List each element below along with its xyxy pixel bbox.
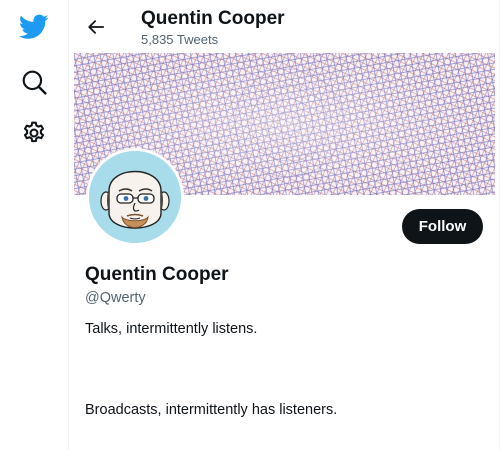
profile-column: Quentin Cooper 5,835 Tweets Follow Quent… (69, 0, 500, 450)
settings-button[interactable] (13, 112, 55, 154)
gear-icon (23, 121, 45, 143)
tweet-count: 5,835 Tweets (141, 32, 219, 47)
header-profile-name: Quentin Cooper (141, 8, 285, 29)
follow-button[interactable]: Follow (402, 209, 483, 244)
profile-header-bar: Quentin Cooper 5,835 Tweets (69, 0, 500, 52)
avatar-image (89, 151, 181, 243)
cartoon-face-avatar (89, 151, 181, 243)
back-button[interactable] (79, 10, 113, 44)
home-logo-button[interactable] (13, 6, 55, 48)
twitter-profile-page: Quentin Cooper 5,835 Tweets Follow Quent… (0, 0, 500, 450)
arrow-left-icon (88, 20, 105, 34)
explore-button[interactable] (13, 61, 55, 103)
profile-display-name: Quentin Cooper (85, 264, 229, 285)
bio-line-1: Talks, intermittently listens. (85, 321, 258, 337)
profile-handle: @Qwerty (85, 290, 146, 306)
sidebar-nav (0, 0, 69, 450)
profile-avatar[interactable] (86, 148, 184, 246)
bio-line-2: Broadcasts, intermittently has listeners… (85, 402, 338, 418)
search-icon (22, 70, 47, 95)
twitter-bird-icon (19, 14, 49, 39)
